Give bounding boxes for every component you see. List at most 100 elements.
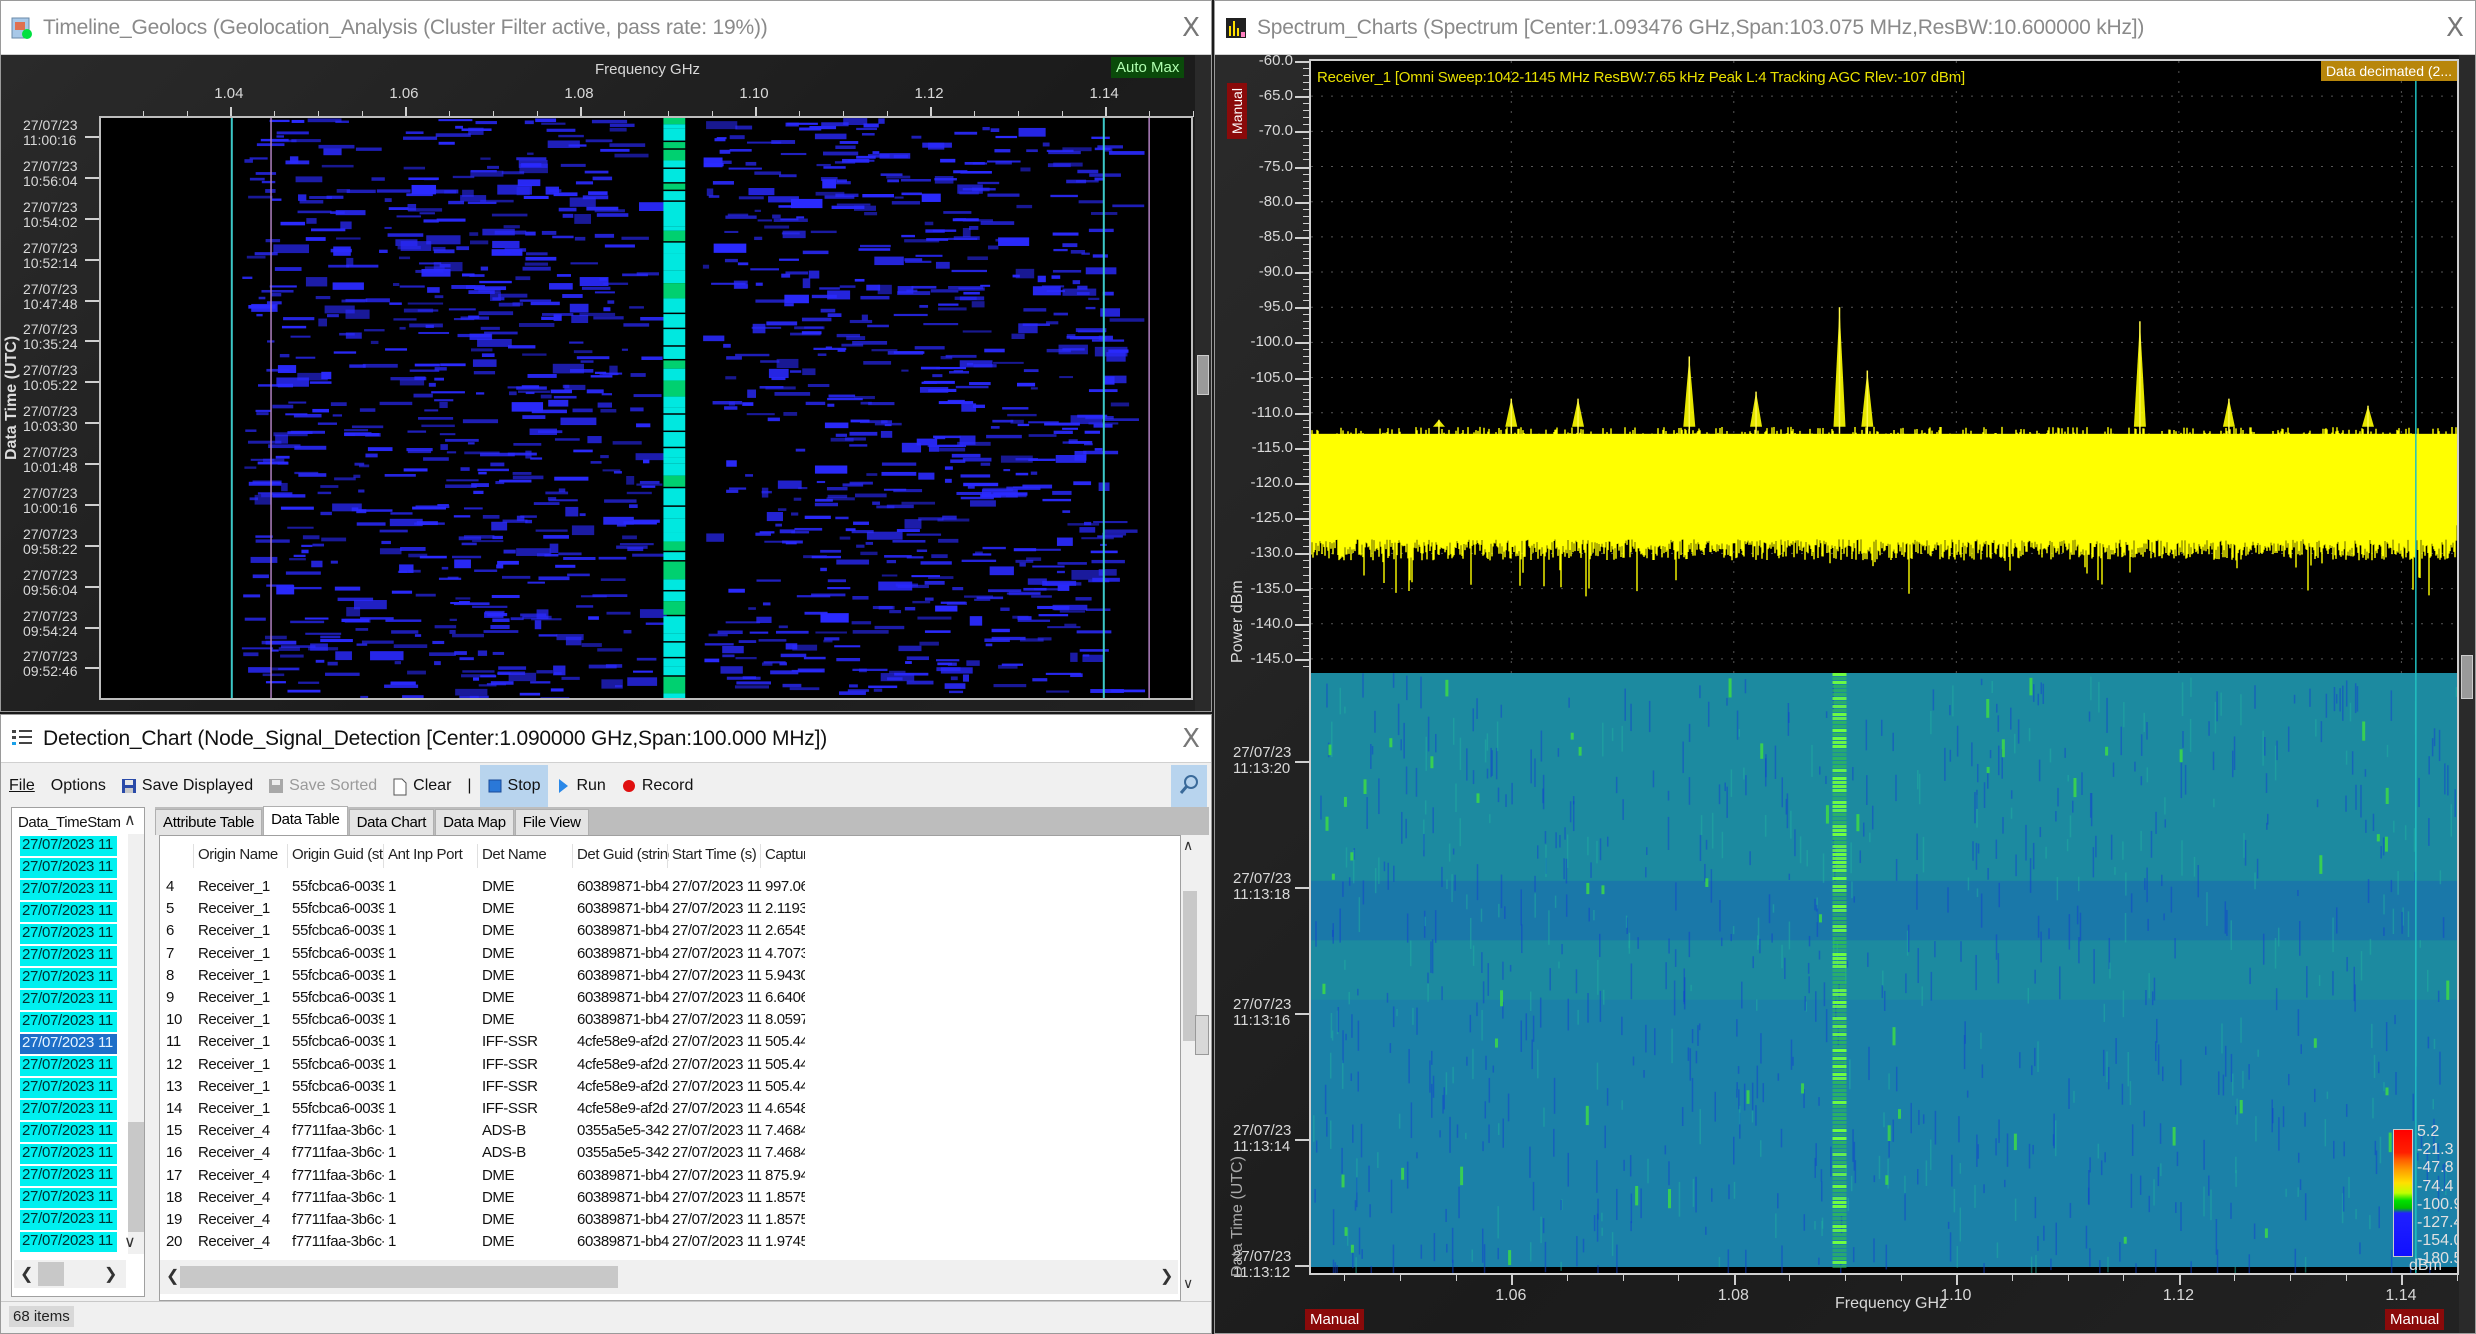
column-divider[interactable] [193,844,194,868]
table-row[interactable]: 12Receiver_155fcbca6-0039-482...1IFF-SSR… [160,1054,1180,1076]
stop-button[interactable]: Stop [479,765,549,807]
close-button[interactable]: X [1171,724,1211,754]
column-divider[interactable] [477,844,478,868]
timestamp-item[interactable]: 27/07/2023 11 [20,1012,117,1032]
options-menu[interactable]: Options [43,765,114,807]
table-row[interactable]: 7Receiver_155fcbca6-0039-482...1DME60389… [160,943,1180,965]
table-row[interactable]: 17Receiver_4f7711faa-3b6c-420...1DME6038… [160,1165,1180,1187]
close-button[interactable]: X [2435,13,2475,43]
splitter-handle[interactable] [2459,55,2475,1333]
timestamp-item[interactable]: 27/07/2023 11 [20,1122,117,1142]
timestamp-item[interactable]: 27/07/2023 11 [20,946,117,966]
timestamp-item[interactable]: 27/07/2023 11 [20,1210,117,1230]
table-hscroll[interactable]: ❮ ❯ [160,1260,1178,1294]
tab-data-chart[interactable]: Data Chart [348,809,435,835]
timestamp-item[interactable]: 27/07/2023 11 [20,1232,117,1252]
column-header[interactable]: Ant Inp Port [388,846,478,863]
tab-attribute-table[interactable]: Attribute Table [155,809,263,835]
clear-button[interactable]: Clear [385,765,459,807]
table-row[interactable]: 10Receiver_155fcbca6-0039-482...1DME6038… [160,1009,1180,1031]
table-row[interactable]: 6Receiver_155fcbca6-0039-482...1DME60389… [160,920,1180,942]
timeline-plot-area[interactable] [99,116,1193,700]
close-button[interactable]: X [1171,13,1211,43]
column-header[interactable]: Det Guid (string) [577,846,669,863]
table-row[interactable]: 8Receiver_155fcbca6-0039-482...1DME60389… [160,965,1180,987]
timestamp-item[interactable]: 27/07/2023 11 [20,902,117,922]
scroll-down-icon[interactable]: ∨ [1183,1275,1193,1292]
record-button[interactable]: Record [614,765,702,807]
timestamp-item[interactable]: 27/07/2023 11 [20,1100,117,1120]
tab-data-map[interactable]: Data Map [435,809,514,835]
table-row[interactable]: 9Receiver_155fcbca6-0039-482...1DME60389… [160,987,1180,1009]
save-displayed-button[interactable]: Save Displayed [114,765,261,807]
timestamp-item[interactable]: 27/07/2023 11 [20,1188,117,1208]
column-header[interactable]: Det Name [482,846,574,863]
scroll-right-icon[interactable]: ❯ [104,1264,117,1284]
table-row[interactable]: 4Receiver_155fcbca6-0039-482...1DME60389… [160,876,1180,898]
column-divider[interactable] [572,844,573,868]
table-row[interactable]: 15Receiver_4f7711faa-3b6c-420...1ADS-B03… [160,1120,1180,1142]
save-sorted-button[interactable]: Save Sorted [261,765,385,807]
timestamp-item[interactable]: 27/07/2023 11 [20,990,117,1010]
scroll-left-icon[interactable]: ❮ [20,1264,33,1284]
scroll-up-icon[interactable]: ∧ [1183,837,1193,854]
column-header[interactable]: Origin Name [198,846,288,863]
spectrum-plot-area[interactable]: Receiver_1 [Omni Sweep:1042-1145 MHz Res… [1309,59,2459,1275]
column-divider[interactable] [287,844,288,868]
table-row[interactable]: 18Receiver_4f7711faa-3b6c-420...1DME6038… [160,1187,1180,1209]
timestamp-item[interactable]: 27/07/2023 11 [20,836,117,856]
table-row[interactable]: 11Receiver_155fcbca6-0039-482...1IFF-SSR… [160,1031,1180,1053]
table-row[interactable]: 19Receiver_4f7711faa-3b6c-420...1DME6038… [160,1209,1180,1231]
splitter-handle[interactable] [1195,1015,1209,1055]
column-header[interactable]: Capture [765,846,805,863]
timestamp-item[interactable]: 27/07/2023 11 [20,880,117,900]
timestamp-list-header[interactable]: Data_TimeStam [18,814,121,831]
search-button[interactable] [1171,765,1207,807]
table-row[interactable]: 5Receiver_155fcbca6-0039-482...1DME60389… [160,898,1180,920]
timestamp-item[interactable]: 27/07/2023 11 [20,1034,117,1054]
scroll-down-icon[interactable]: ∨ [124,1232,136,1252]
scroll-up-icon[interactable]: ∧ [124,810,136,830]
column-divider[interactable] [383,844,384,868]
timestamp-vscroll[interactable] [128,834,144,1254]
table-row[interactable]: 20Receiver_4f7711faa-3b6c-420...1DME6038… [160,1231,1180,1253]
cluster-band-segment [663,329,686,346]
table-row[interactable]: 13Receiver_155fcbca6-0039-482...1IFF-SSR… [160,1076,1180,1098]
column-header[interactable]: Start Time (s) [672,846,762,863]
run-button[interactable]: Run [548,765,613,807]
timestamp-list[interactable]: Data_TimeStam ∧ 27/07/2023 11 27/07/2023 … [11,807,145,1297]
manual-x-left-badge[interactable]: Manual [1305,1309,1365,1330]
scroll-right-icon[interactable]: ❯ [1160,1266,1173,1286]
data-table[interactable]: Origin NameOrigin Guid (string)Ant Inp P… [159,835,1181,1301]
detection-segment [849,444,868,447]
tab-data-table[interactable]: Data Table [263,806,348,835]
scroll-thumb[interactable] [180,1266,618,1288]
scroll-left-icon[interactable]: ❮ [166,1266,179,1286]
detection-titlebar[interactable]: Detection_Chart (Node_Signal_Detection [… [1,715,1211,763]
splitter-handle[interactable] [1195,55,1211,711]
column-divider[interactable] [760,844,761,868]
column-divider[interactable] [667,844,668,868]
frequency-minor-tick [1845,1275,1847,1281]
manual-x-right-badge[interactable]: Manual [2385,1309,2445,1330]
scroll-thumb[interactable] [38,1262,64,1286]
timestamp-item[interactable]: 27/07/2023 11 [20,924,117,944]
table-row[interactable]: 16Receiver_4f7711faa-3b6c-420...1ADS-B03… [160,1142,1180,1164]
timestamp-hscroll[interactable]: ❮ ❯ [14,1260,126,1288]
timestamp-item[interactable]: 27/07/2023 11 [20,1166,117,1186]
timestamp-item[interactable]: 27/07/2023 11 [20,1078,117,1098]
tab-file-view[interactable]: File View [514,809,589,835]
auto-max-button[interactable]: Auto Max [1111,57,1185,78]
table-vscroll[interactable]: ∧ ∨ [1181,835,1199,1301]
waterfall-pixel [1775,1213,1777,1239]
timestamp-item[interactable]: 27/07/2023 11 [20,1056,117,1076]
timestamp-item[interactable]: 27/07/2023 11 [20,1144,117,1164]
timeline-titlebar[interactable]: Timeline_Geolocs (Geolocation_Analysis (… [1,1,1211,55]
scroll-thumb[interactable] [128,1122,144,1232]
timestamp-item[interactable]: 27/07/2023 11 [20,858,117,878]
column-header[interactable]: Origin Guid (string) [292,846,384,863]
table-row[interactable]: 14Receiver_155fcbca6-0039-482...1IFF-SSR… [160,1098,1180,1120]
timestamp-item[interactable]: 27/07/2023 11 [20,968,117,988]
file-menu[interactable]: File [1,765,43,807]
spectrum-titlebar[interactable]: Spectrum_Charts (Spectrum [Center:1.0934… [1215,1,2475,55]
